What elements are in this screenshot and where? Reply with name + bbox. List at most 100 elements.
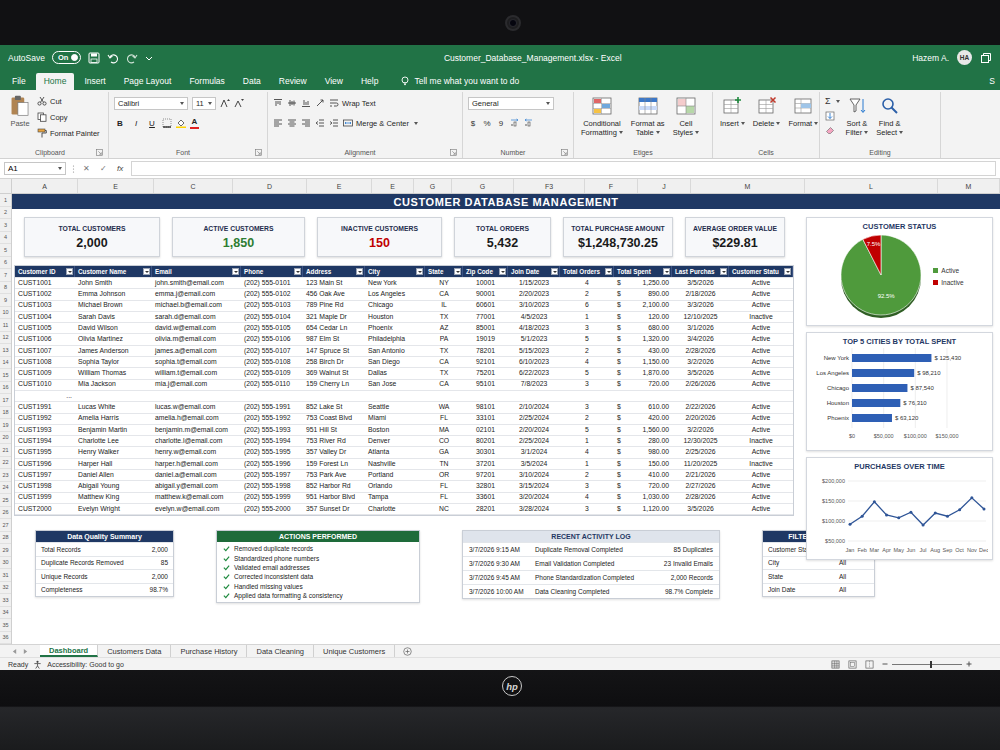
table-cell[interactable]: Orlando bbox=[365, 481, 425, 491]
tell-me-search[interactable]: Tell me what you want to do bbox=[394, 73, 525, 90]
data-point[interactable] bbox=[885, 514, 888, 517]
table-row[interactable]: CUST1005David Wilsondavid.w@email.com(20… bbox=[15, 323, 793, 334]
user-name[interactable]: Hazem A. bbox=[912, 53, 949, 63]
filter-row[interactable]: StateAll bbox=[763, 569, 874, 583]
data-point[interactable] bbox=[860, 515, 863, 518]
table-cell[interactable]: 369 Walnut St bbox=[303, 368, 365, 378]
table-cell[interactable]: $ bbox=[614, 436, 628, 446]
table-cell[interactable]: 1 bbox=[560, 312, 614, 322]
table-row[interactable]: CUST1995Henry Walkerhenry.w@email.com(20… bbox=[15, 447, 793, 458]
table-cell[interactable]: Henry Walker bbox=[75, 447, 152, 457]
editing-button[interactable]: Sort &Filter bbox=[844, 94, 871, 138]
table-cell[interactable]: 357 Valley Dr bbox=[303, 447, 365, 457]
row-header[interactable]: 12 bbox=[0, 332, 11, 345]
row-header[interactable]: 1 bbox=[0, 194, 11, 207]
table-cell[interactable]: Active bbox=[729, 323, 793, 333]
row-header[interactable]: 15 bbox=[0, 369, 11, 382]
row-header[interactable]: 2 bbox=[0, 207, 11, 220]
table-cell[interactable]: 321 Maple Dr bbox=[303, 312, 365, 322]
table-cell[interactable]: 2/10/2024 bbox=[508, 402, 560, 412]
zoom-slider[interactable] bbox=[882, 661, 972, 667]
table-cell[interactable]: abigail.y@email.com bbox=[152, 481, 241, 491]
table-cell[interactable]: 123 Main St bbox=[303, 278, 365, 288]
table-cell[interactable]: 3 bbox=[560, 481, 614, 491]
merge-center-button[interactable]: Merge & Center bbox=[343, 117, 418, 129]
table-cell[interactable]: CUST1991 bbox=[15, 402, 75, 412]
table-cell[interactable]: $ bbox=[614, 334, 628, 344]
table-cell[interactable]: 12/30/2025 bbox=[672, 436, 729, 446]
table-cell[interactable]: MA bbox=[425, 425, 463, 435]
table-cell[interactable]: 1,120.00 bbox=[628, 504, 672, 514]
table-cell[interactable]: CUST1006 bbox=[15, 334, 75, 344]
table-cell[interactable]: 720.00 bbox=[628, 481, 672, 491]
table-cell[interactable]: 3 bbox=[560, 402, 614, 412]
table-cell[interactable]: CUST1009 bbox=[15, 368, 75, 378]
row-header[interactable]: 4 bbox=[0, 232, 11, 245]
row-header[interactable]: 18 bbox=[0, 407, 11, 420]
table-cell[interactable]: (202) 555-1995 bbox=[241, 447, 303, 457]
table-cell[interactable]: 3/2/2026 bbox=[672, 425, 729, 435]
align-bottom-icon[interactable] bbox=[301, 98, 311, 108]
filter-button[interactable] bbox=[499, 268, 506, 275]
table-cell[interactable]: Active bbox=[729, 504, 793, 514]
row-header[interactable]: 36 bbox=[0, 632, 11, 645]
table-cell[interactable]: CUST1995 bbox=[15, 447, 75, 457]
font-family-select[interactable]: Calibri bbox=[114, 97, 188, 110]
table-cell[interactable]: TX bbox=[425, 346, 463, 356]
table-cell[interactable]: 6/22/2023 bbox=[508, 368, 560, 378]
data-point[interactable] bbox=[945, 515, 948, 518]
table-cell[interactable]: 3/3/2026 bbox=[672, 301, 729, 311]
row-header[interactable]: 16 bbox=[0, 382, 11, 395]
filter-button[interactable] bbox=[784, 268, 791, 275]
number-format-select[interactable]: General bbox=[468, 97, 554, 110]
table-cell[interactable]: Active bbox=[729, 414, 793, 424]
table-cell[interactable]: 2/21/2026 bbox=[672, 470, 729, 480]
table-cell[interactable]: 890.00 bbox=[628, 289, 672, 299]
row-header[interactable]: 14 bbox=[0, 357, 11, 370]
share-button[interactable]: S bbox=[984, 73, 1000, 90]
table-cell[interactable]: Active bbox=[729, 470, 793, 480]
table-cell[interactable]: 3/5/2026 bbox=[672, 504, 729, 514]
table-cell[interactable]: FL bbox=[425, 493, 463, 503]
table-cell[interactable]: Abigail Young bbox=[75, 481, 152, 491]
table-cell[interactable]: 420.00 bbox=[628, 414, 672, 424]
table-cell[interactable]: Philadelphia bbox=[365, 334, 425, 344]
table-cell[interactable]: 1,320.00 bbox=[628, 334, 672, 344]
table-cell[interactable]: $ bbox=[614, 470, 628, 480]
table-cell[interactable]: (202) 555-1997 bbox=[241, 470, 303, 480]
table-cell[interactable]: 37201 bbox=[463, 459, 508, 469]
table-cell[interactable]: (202) 555-0101 bbox=[241, 278, 303, 288]
table-cell[interactable]: Active bbox=[729, 368, 793, 378]
column-header[interactable]: D bbox=[233, 179, 307, 193]
table-cell[interactable]: $ bbox=[614, 323, 628, 333]
row-header[interactable]: 35 bbox=[0, 619, 11, 632]
table-cell[interactable]: Houston bbox=[365, 312, 425, 322]
table-cell[interactable]: 3/28/2024 bbox=[508, 504, 560, 514]
table-cell[interactable]: Active bbox=[729, 402, 793, 412]
table-cell[interactable]: 2 bbox=[560, 414, 614, 424]
table-cell[interactable]: 3/4/2026 bbox=[672, 334, 729, 344]
grow-font-icon[interactable] bbox=[220, 98, 230, 108]
filter-button[interactable] bbox=[605, 268, 612, 275]
zoom-thumb[interactable] bbox=[930, 661, 932, 668]
table-cell[interactable]: CUST1997 bbox=[15, 470, 75, 480]
ribbon-tab[interactable]: Help bbox=[353, 73, 386, 90]
table-cell[interactable]: 720.00 bbox=[628, 380, 672, 390]
table-cell[interactable]: 3/1/2024 bbox=[508, 447, 560, 457]
table-cell[interactable]: Evelyn Wright bbox=[75, 504, 152, 514]
table-cell[interactable]: IL bbox=[425, 301, 463, 311]
table-cell[interactable]: (202) 555-0108 bbox=[241, 357, 303, 367]
table-cell[interactable]: $ bbox=[614, 357, 628, 367]
table-cell[interactable]: (202) 555-1993 bbox=[241, 425, 303, 435]
enter-button[interactable]: ✓ bbox=[98, 164, 109, 173]
table-cell[interactable]: (202) 555-0105 bbox=[241, 323, 303, 333]
table-cell[interactable]: 85001 bbox=[463, 323, 508, 333]
table-cell[interactable]: 1,030.00 bbox=[628, 493, 672, 503]
table-cell[interactable]: Charlotte Lee bbox=[75, 436, 152, 446]
table-cell[interactable]: 753 River Rd bbox=[303, 436, 365, 446]
column-header[interactable]: E bbox=[372, 179, 414, 193]
data-point[interactable] bbox=[921, 524, 924, 527]
table-row[interactable]: CUST1008Sophia Taylorsophia.t@email.com(… bbox=[15, 357, 793, 368]
table-cell[interactable]: (202) 555-0104 bbox=[241, 312, 303, 322]
table-cell[interactable]: Mia Jackson bbox=[75, 380, 152, 390]
